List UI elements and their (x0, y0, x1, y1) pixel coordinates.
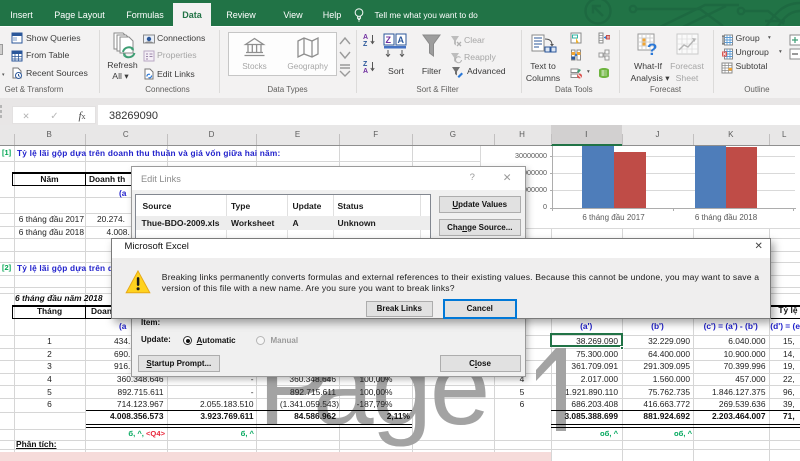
svg-text:Z: Z (363, 41, 368, 46)
svg-text:Z: Z (386, 35, 392, 45)
svg-text:?: ? (647, 40, 657, 59)
svg-text:A: A (398, 35, 405, 45)
svg-text:A: A (363, 34, 368, 41)
